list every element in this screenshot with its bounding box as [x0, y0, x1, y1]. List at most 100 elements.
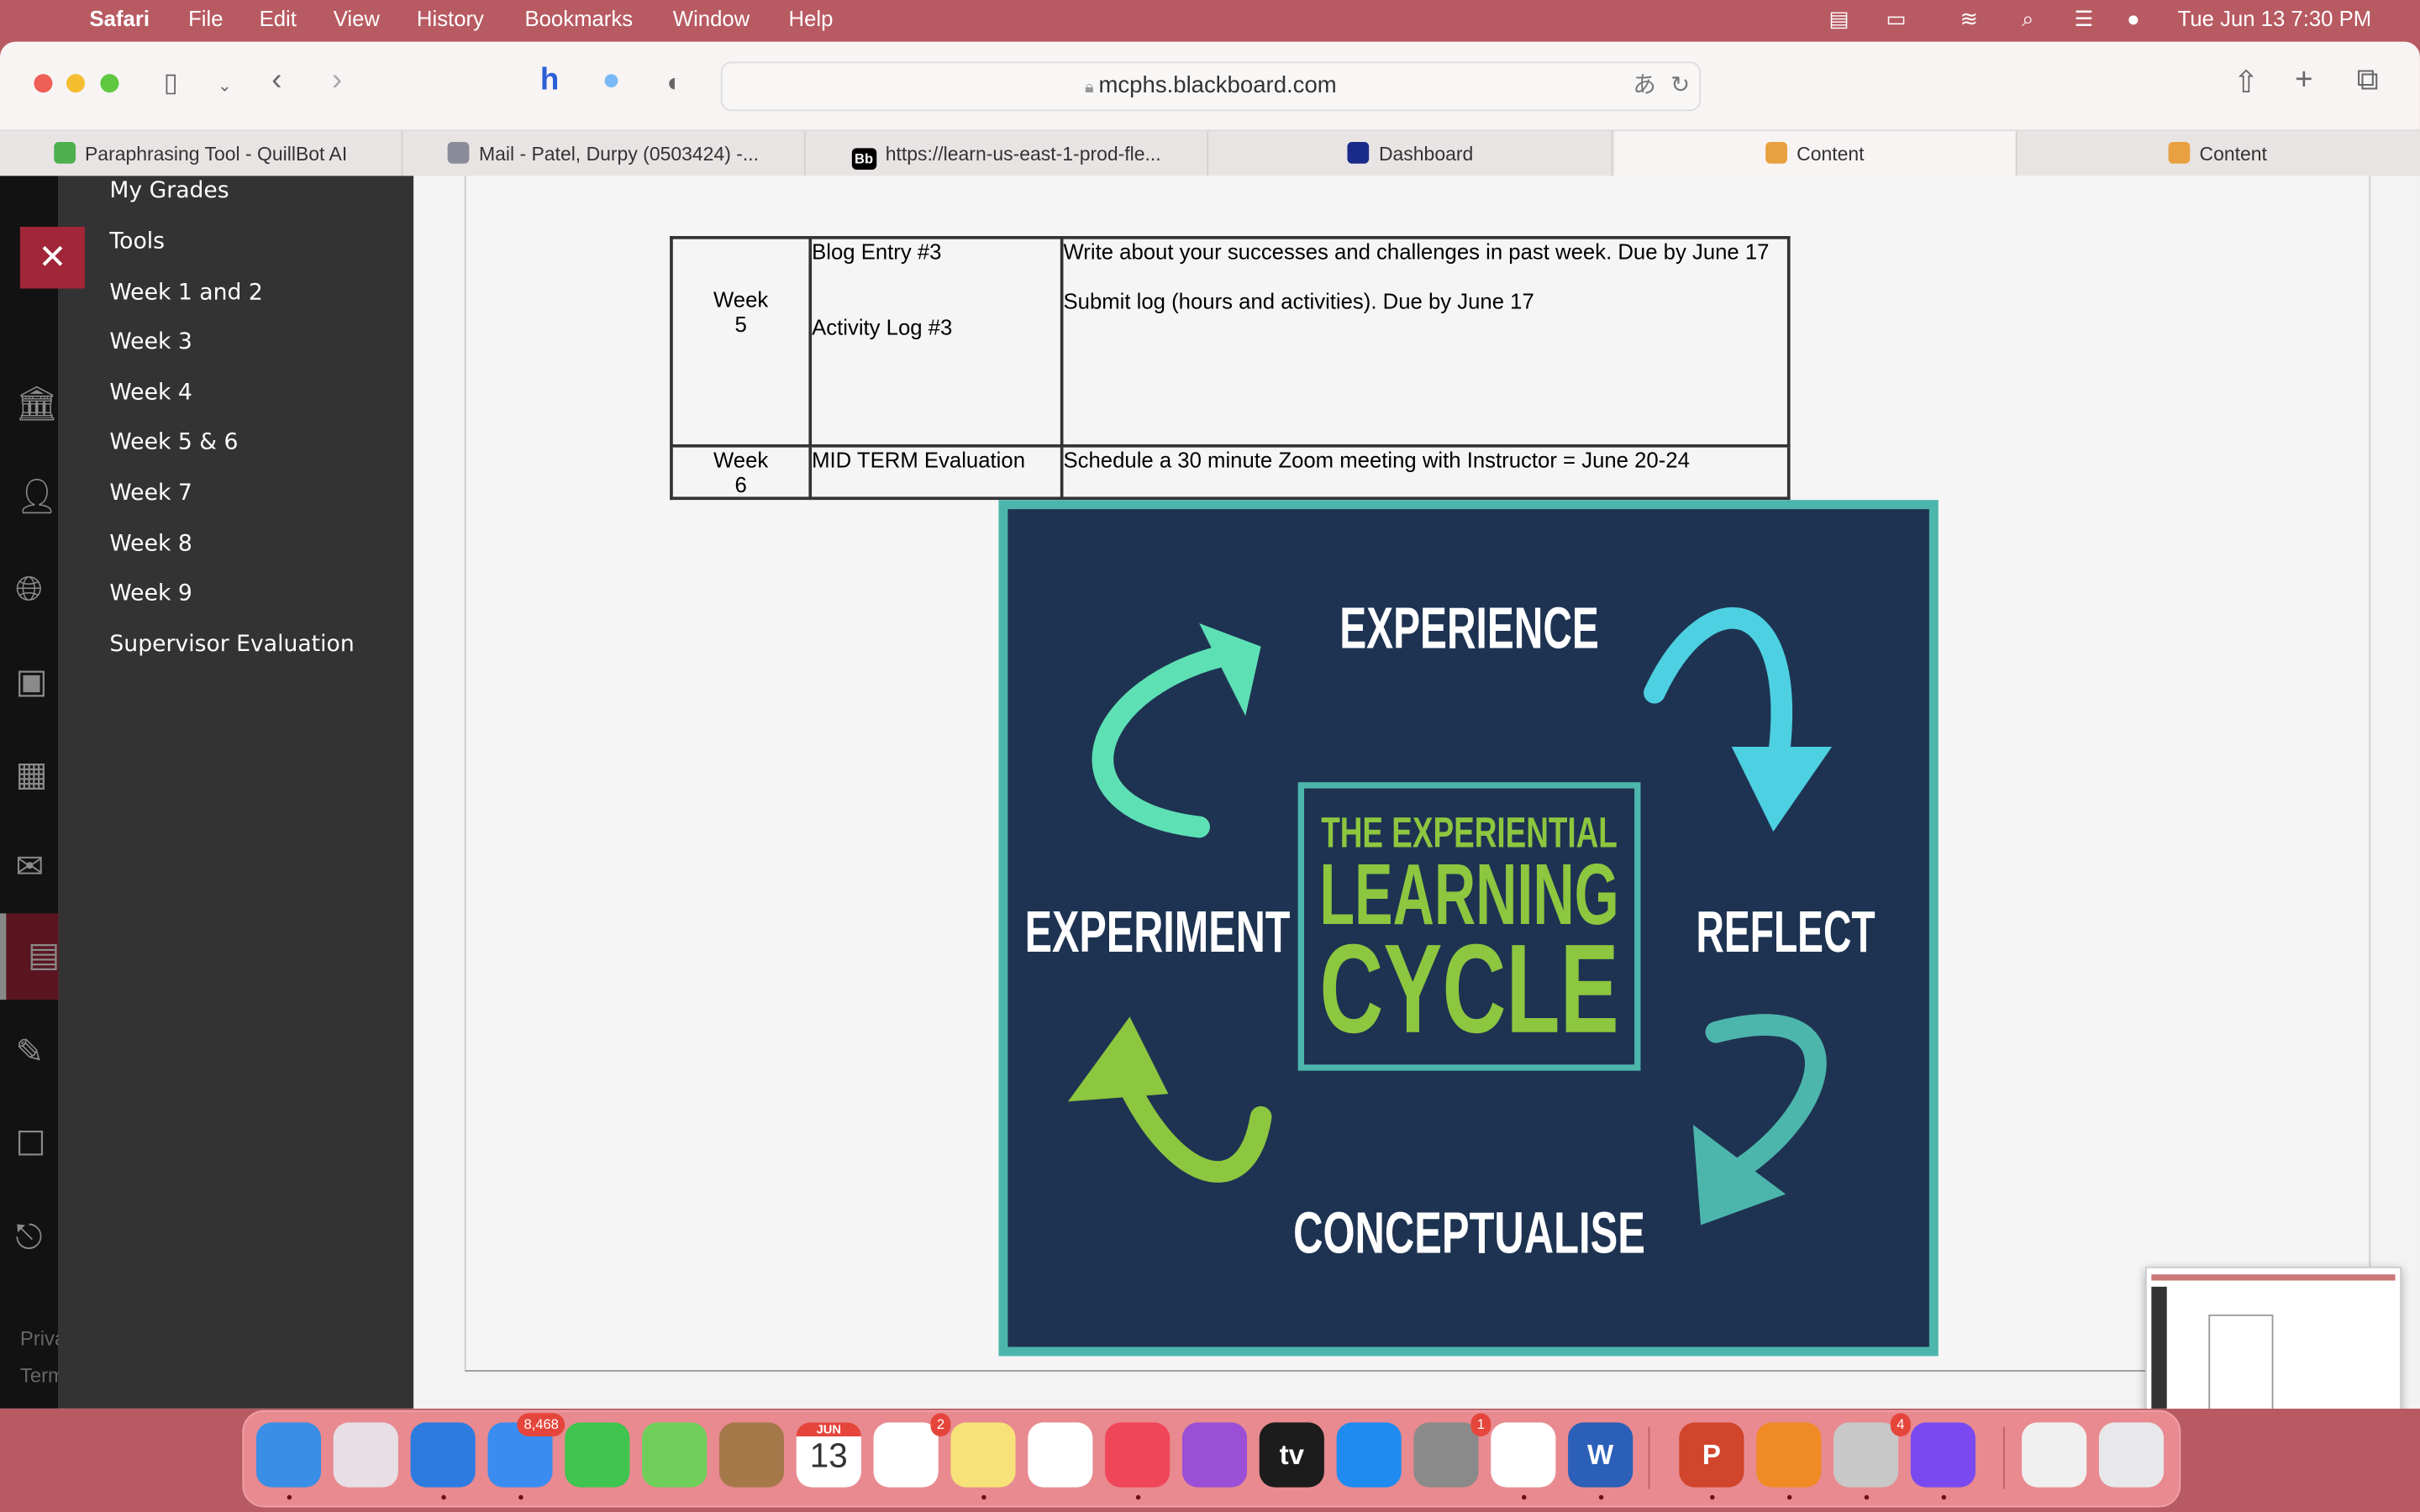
menu-file[interactable]: File: [188, 6, 223, 30]
dock-app-system-preferences[interactable]: 1: [1413, 1413, 1491, 1488]
tab-dashboard[interactable]: Dashboard: [1210, 131, 1613, 178]
nav-week-5-6[interactable]: Week 5 & 6: [109, 430, 238, 454]
tab-content-active[interactable]: Content: [1614, 131, 2018, 178]
institution-icon[interactable]: 🏛︎: [15, 384, 58, 424]
control-center-icon[interactable]: ☰: [2075, 6, 2094, 32]
menu-edit[interactable]: Edit: [260, 6, 297, 30]
wifi-icon[interactable]: ≋: [1960, 6, 1979, 32]
dock-app-notes[interactable]: [950, 1422, 1016, 1488]
nav-week-4[interactable]: Week 4: [109, 381, 192, 406]
app-label: tv: [1279, 1439, 1305, 1471]
task-activity-log: Activity Log #3: [812, 314, 953, 340]
back-icon[interactable]: ‹: [271, 63, 281, 98]
nav-week-9[interactable]: Week 9: [109, 581, 192, 606]
keyboard-input-icon[interactable]: ▤: [1828, 6, 1849, 32]
edit-icon[interactable]: ☐: [15, 1125, 45, 1165]
dock-app-reminders[interactable]: 2: [873, 1413, 951, 1488]
nav-tools[interactable]: Tools: [109, 230, 165, 255]
siri-icon[interactable]: ●: [2127, 6, 2140, 30]
calendar-icon[interactable]: ▦: [15, 754, 47, 795]
nav-supervisor-evaluation[interactable]: Supervisor Evaluation: [109, 633, 354, 657]
details-cell: Write about your successes and challenge…: [1060, 236, 1791, 448]
dock-app-calendar[interactable]: JUN 13: [796, 1422, 861, 1488]
calendar-day: 13: [809, 1436, 848, 1475]
new-tab-icon[interactable]: +: [2295, 63, 2312, 98]
dock-app-safari[interactable]: [410, 1422, 476, 1488]
dock-app-chrome[interactable]: [1491, 1422, 1556, 1488]
tools-icon[interactable]: ✎: [15, 1032, 44, 1073]
nav-week-8[interactable]: Week 8: [109, 533, 192, 557]
minimize-window-button[interactable]: [66, 74, 86, 93]
tab-quillbot[interactable]: Paraphrasing Tool - QuillBot AI: [0, 131, 403, 178]
screenshot-thumbnail-preview[interactable]: [2145, 1266, 2402, 1409]
dock-app-powerpoint[interactable]: P: [1679, 1422, 1744, 1488]
safari-window: ▯ ⌄ ‹ › h ● ◐ 🔒︎ mcphs.blackboard.com あ …: [0, 41, 2420, 1409]
dock-app-messenger[interactable]: [1910, 1422, 1975, 1488]
tab-blackboard-url[interactable]: Bb https://learn-us-east-1-prod-fle...: [806, 131, 1209, 178]
dock-divider: [2003, 1426, 2005, 1489]
menu-window[interactable]: Window: [673, 6, 750, 30]
zoom-window-button[interactable]: [100, 74, 119, 93]
menu-bookmarks[interactable]: Bookmarks: [524, 6, 633, 30]
tab-overview-icon[interactable]: ⧉: [2357, 63, 2379, 98]
tab-label: Content: [1797, 143, 1865, 165]
search-icon[interactable]: ⌕: [2022, 6, 2033, 32]
dock-app-tv[interactable]: tv: [1259, 1422, 1324, 1488]
dock-app-maps[interactable]: [642, 1422, 708, 1488]
tab-mail[interactable]: Mail - Patel, Durpy (0503424) -...: [402, 131, 806, 178]
reload-icon[interactable]: ↻: [1670, 63, 1690, 109]
tab-content[interactable]: Content: [2018, 131, 2419, 177]
pencil-icon: [2168, 141, 2191, 164]
grades-icon: ▤: [28, 935, 60, 974]
dock-app-launchpad[interactable]: [333, 1422, 398, 1488]
dock-app-trash[interactable]: [2098, 1422, 2165, 1488]
notification-badge: 2: [930, 1413, 951, 1436]
schedule-table: Week 5 Blog Entry #3 Activity Log #3 Write…: [670, 236, 1791, 501]
nav-week-7[interactable]: Week 7: [109, 481, 192, 506]
stage-experiment: EXPERIMENT: [1025, 899, 1291, 964]
dock-app-music[interactable]: [1105, 1422, 1171, 1488]
close-menu-button[interactable]: ✕: [19, 226, 86, 289]
tab-bar: Paraphrasing Tool - QuillBot AI Mail - P…: [0, 129, 2420, 178]
profile-icon[interactable]: 👤︎: [15, 477, 58, 517]
hypothesis-extension-icon[interactable]: h: [540, 63, 559, 98]
clock[interactable]: Tue Jun 13 7:30 PM: [2178, 6, 2372, 30]
forward-icon[interactable]: ›: [332, 63, 342, 98]
extension-icon[interactable]: ●: [602, 63, 620, 98]
dock-app-word[interactable]: W: [1568, 1422, 1634, 1488]
globe-icon[interactable]: 🌐︎: [15, 570, 42, 610]
share-icon[interactable]: ⇧: [2233, 63, 2260, 102]
dock-app-app-store[interactable]: [1336, 1422, 1402, 1488]
title-line-3: CYCLE: [1319, 918, 1618, 1059]
nav-week-1-2[interactable]: Week 1 and 2: [109, 281, 262, 305]
courses-icon[interactable]: ▣: [15, 662, 47, 702]
battery-icon[interactable]: ▭: [1886, 6, 1906, 32]
dock-app-finder[interactable]: [255, 1422, 322, 1488]
week-label: Week: [713, 286, 769, 312]
menu-help[interactable]: Help: [789, 6, 834, 30]
privacy-shield-icon[interactable]: ◐: [666, 68, 682, 99]
menu-history[interactable]: History: [417, 6, 484, 30]
sign-out-icon[interactable]: ⎋: [15, 1217, 42, 1257]
messages-icon[interactable]: ✉︎: [15, 847, 44, 887]
nav-my-grades[interactable]: My Grades: [109, 179, 229, 203]
dock-app-books[interactable]: [1756, 1422, 1822, 1488]
grades-nav-active[interactable]: ▤: [0, 913, 60, 1000]
dock-app-podcasts[interactable]: [1181, 1422, 1248, 1488]
menu-app-name[interactable]: Safari: [90, 6, 150, 30]
experiential-learning-cycle-image: EXPERIENCE REFLECT CONCEPTUALISE EXPERIM…: [998, 500, 1939, 1357]
address-bar[interactable]: 🔒︎ mcphs.blackboard.com あ ↻: [720, 61, 1702, 112]
dock-app-contacts[interactable]: [718, 1422, 785, 1488]
sidebar-toggle-icon[interactable]: ▯: [164, 68, 178, 99]
tab-label: Dashboard: [1378, 143, 1474, 165]
nav-week-3[interactable]: Week 3: [109, 330, 192, 354]
menu-view[interactable]: View: [334, 6, 380, 30]
chevron-down-icon[interactable]: ⌄: [218, 76, 232, 96]
dock-app-freeform[interactable]: [1028, 1422, 1093, 1488]
close-window-button[interactable]: [34, 74, 53, 93]
translate-icon[interactable]: あ: [1633, 63, 1656, 109]
dock-app-facetime[interactable]: [565, 1422, 630, 1488]
dock-app-recent-document[interactable]: [2022, 1422, 2087, 1488]
dock-app-mail[interactable]: 8,468: [487, 1413, 566, 1488]
dock-app-printer[interactable]: 4: [1833, 1413, 1911, 1488]
